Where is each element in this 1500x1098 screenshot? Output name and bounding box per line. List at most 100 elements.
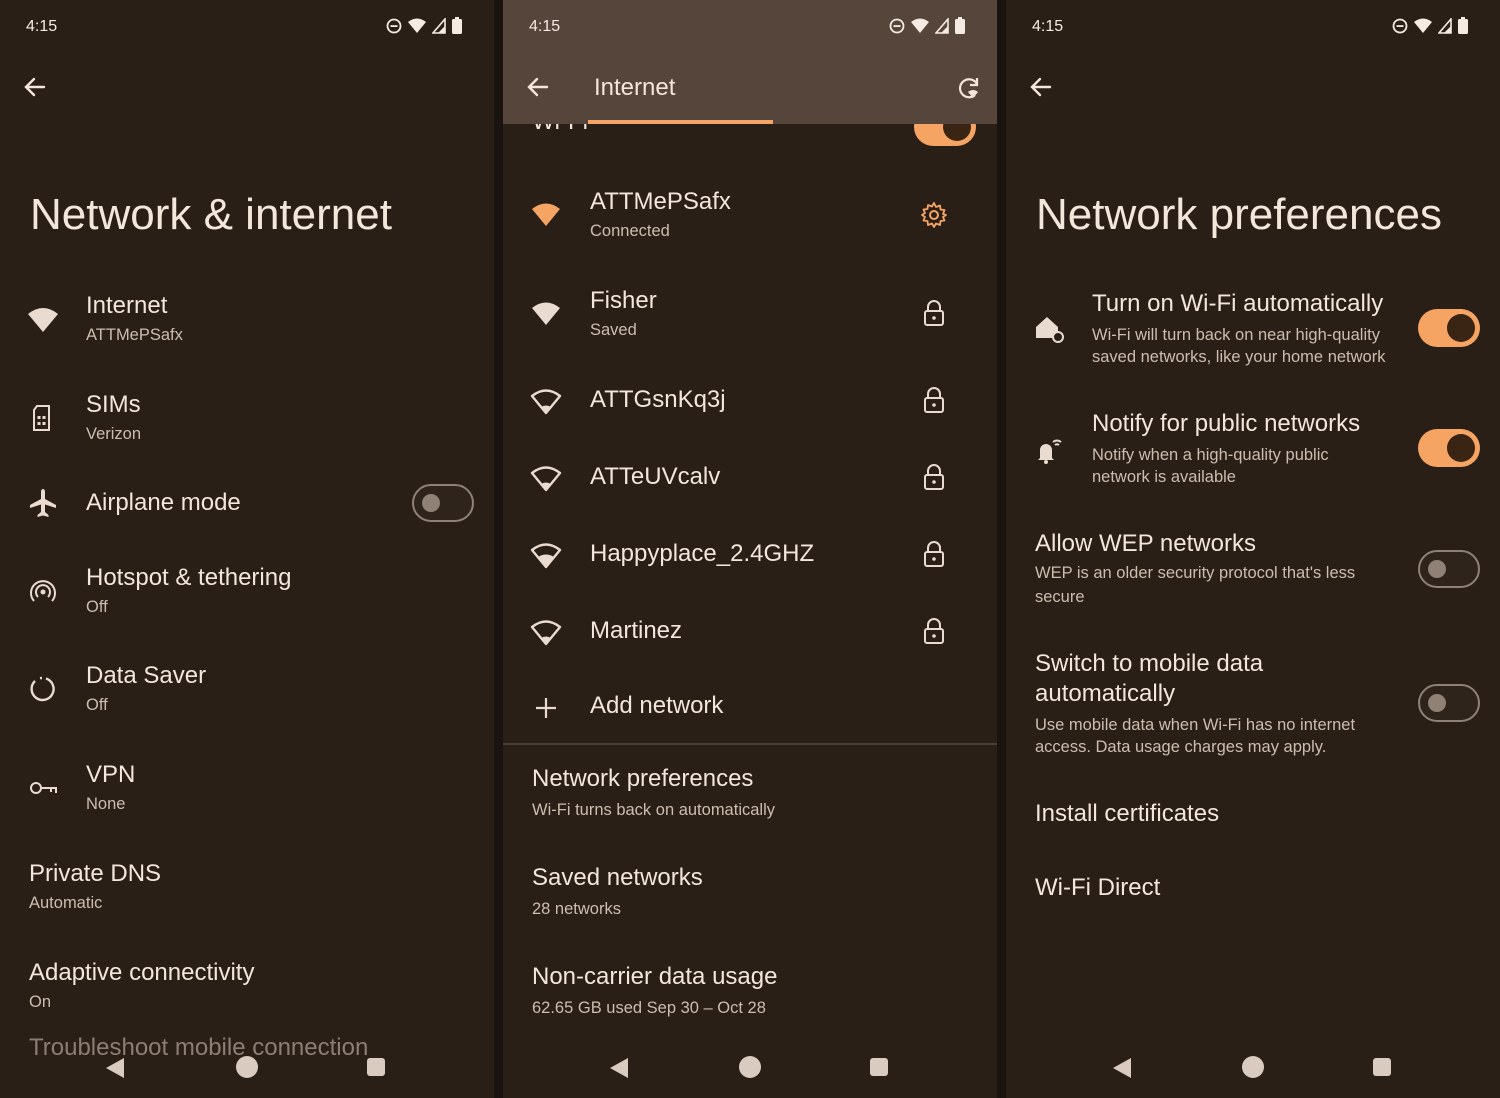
item-title: Turn on Wi-Fi automatically	[1092, 290, 1384, 317]
battery-icon	[452, 17, 462, 34]
status-icons	[386, 17, 462, 34]
plus-icon	[536, 698, 556, 718]
internet-subtitle: ATTMePSafx	[86, 326, 183, 344]
network-item[interactable]: ATTGsnKq3j	[503, 380, 997, 424]
wifi-status-icon	[911, 18, 929, 33]
back-arrow-icon[interactable]	[1026, 72, 1056, 102]
item-subtitle: access. Data usage charges may apply.	[1035, 738, 1327, 756]
install-certificates-item[interactable]: Install certificates	[1006, 800, 1500, 840]
nav-home-button[interactable]	[236, 1056, 258, 1078]
saved-networks-item[interactable]: Saved networks 28 networks	[503, 864, 997, 924]
add-network-item[interactable]: Add network	[503, 686, 997, 730]
network-name: ATTeUVcalv	[590, 463, 721, 490]
app-bar: 4:15 Internet	[503, 0, 997, 124]
hotspot-icon	[30, 580, 56, 602]
data-saver-item[interactable]: Data Saver Off	[0, 660, 494, 730]
data-usage-item[interactable]: Non-carrier data usage 62.65 GB used Sep…	[503, 963, 997, 1023]
nav-back-button[interactable]	[610, 1058, 628, 1078]
internet-screen: 4:15 Internet Wi-Fi ATTMePSafx Connected…	[503, 0, 997, 1098]
network-item[interactable]: Happyplace_2.4GHZ	[503, 534, 997, 578]
wifi-signal-icon	[530, 466, 562, 492]
internet-item[interactable]: Internet ATTMePSafx	[0, 290, 494, 360]
network-item[interactable]: Fisher Saved	[503, 285, 997, 345]
notification-wifi-icon	[1038, 439, 1062, 464]
status-icons	[889, 17, 965, 34]
switch-mobile-data-item[interactable]: Switch to mobile data automatically Use …	[1006, 650, 1500, 760]
network-preferences-screen: 4:15 Network preferences Turn on Wi-Fi a…	[1006, 0, 1500, 1098]
nav-home-button[interactable]	[739, 1056, 761, 1078]
private-dns-item[interactable]: Private DNS Automatic	[0, 858, 494, 928]
nav-recents-button[interactable]	[367, 1058, 385, 1076]
wifi-auto-on-toggle[interactable]	[1418, 309, 1480, 347]
hotspot-item[interactable]: Hotspot & tethering Off	[0, 562, 494, 632]
network-item[interactable]: ATTMePSafx Connected	[503, 186, 997, 246]
item-subtitle: saved networks, like your home network	[1092, 348, 1386, 366]
nav-back-button[interactable]	[1113, 1058, 1131, 1078]
item-subtitle: WEP is an older security protocol that's…	[1035, 564, 1356, 582]
network-item[interactable]: Martinez	[503, 611, 997, 655]
internet-title: Internet	[86, 292, 168, 319]
item-subtitle: network is available	[1092, 468, 1236, 486]
network-internet-screen: 4:15 Network & internet Internet ATTMePS…	[0, 0, 494, 1098]
navigation-bar	[503, 1038, 997, 1098]
network-name: Martinez	[590, 617, 683, 644]
dnd-icon	[1392, 18, 1408, 33]
hotspot-title: Hotspot & tethering	[86, 564, 292, 591]
sims-item[interactable]: SIMs Verizon	[0, 389, 494, 459]
pref-subtitle: Wi-Fi turns back on automatically	[532, 801, 775, 819]
gear-icon[interactable]	[920, 201, 948, 229]
item-title: Allow WEP networks	[1035, 530, 1256, 557]
back-arrow-icon[interactable]	[523, 72, 553, 102]
adaptive-connectivity-subtitle: On	[29, 993, 52, 1011]
private-dns-subtitle: Automatic	[29, 894, 103, 912]
wifi-label: Wi-Fi	[532, 124, 588, 136]
network-item[interactable]: ATTeUVcalv	[503, 457, 997, 501]
battery-icon	[955, 17, 965, 34]
network-name: Happyplace_2.4GHZ	[590, 540, 815, 567]
allow-wep-toggle[interactable]	[1418, 550, 1480, 588]
airplane-mode-item[interactable]: Airplane mode	[0, 483, 494, 527]
network-name: Fisher	[590, 287, 657, 314]
item-subtitle: secure	[1035, 588, 1085, 606]
adaptive-connectivity-item[interactable]: Adaptive connectivity On	[0, 957, 494, 1027]
notify-public-toggle[interactable]	[1418, 429, 1480, 467]
troubleshoot-title[interactable]: Troubleshoot mobile connection	[29, 1034, 368, 1062]
wifi-signal-icon	[530, 543, 562, 569]
network-name: ATTMePSafx	[590, 188, 731, 215]
airplane-mode-title: Airplane mode	[86, 489, 241, 516]
nav-recents-button[interactable]	[870, 1058, 888, 1076]
wifi-row[interactable]: Wi-Fi	[503, 124, 997, 148]
wifi-direct-item[interactable]: Wi-Fi Direct	[1006, 874, 1500, 914]
nav-back-button[interactable]	[106, 1058, 124, 1078]
page-title: Network preferences	[1036, 190, 1442, 239]
wifi-reset-icon[interactable]	[955, 74, 983, 102]
airplane-mode-toggle[interactable]	[412, 484, 474, 522]
navigation-bar	[1006, 1038, 1500, 1098]
network-preferences-item[interactable]: Network preferences Wi-Fi turns back on …	[503, 765, 997, 825]
signal-icon	[432, 17, 446, 34]
lock-icon	[924, 387, 944, 413]
wifi-toggle[interactable]	[914, 124, 976, 146]
allow-wep-item[interactable]: Allow WEP networks WEP is an older secur…	[1006, 530, 1500, 610]
wifi-auto-on-item[interactable]: Turn on Wi-Fi automatically Wi-Fi will t…	[1006, 290, 1500, 370]
item-subtitle: Wi-Fi will turn back on near high-qualit…	[1092, 326, 1380, 344]
wifi-status-icon	[408, 18, 426, 33]
switch-mobile-data-toggle[interactable]	[1418, 684, 1480, 722]
vpn-item[interactable]: VPN None	[0, 759, 494, 829]
hotspot-subtitle: Off	[86, 598, 108, 616]
status-icons	[1392, 17, 1468, 34]
item-title: automatically	[1035, 680, 1176, 707]
divider	[503, 743, 997, 745]
back-arrow-icon[interactable]	[20, 72, 50, 102]
item-title: Wi-Fi Direct	[1035, 874, 1161, 901]
nav-home-button[interactable]	[1242, 1056, 1264, 1078]
notify-public-networks-item[interactable]: Notify for public networks Notify when a…	[1006, 410, 1500, 490]
wifi-status-icon	[1414, 18, 1432, 33]
pref-title: Network preferences	[532, 765, 754, 792]
sims-subtitle: Verizon	[86, 425, 142, 443]
item-title: Install certificates	[1035, 800, 1220, 827]
private-dns-title: Private DNS	[29, 860, 162, 887]
item-subtitle: Notify when a high-quality public	[1092, 446, 1329, 464]
nav-recents-button[interactable]	[1373, 1058, 1391, 1076]
signal-icon	[935, 17, 949, 34]
